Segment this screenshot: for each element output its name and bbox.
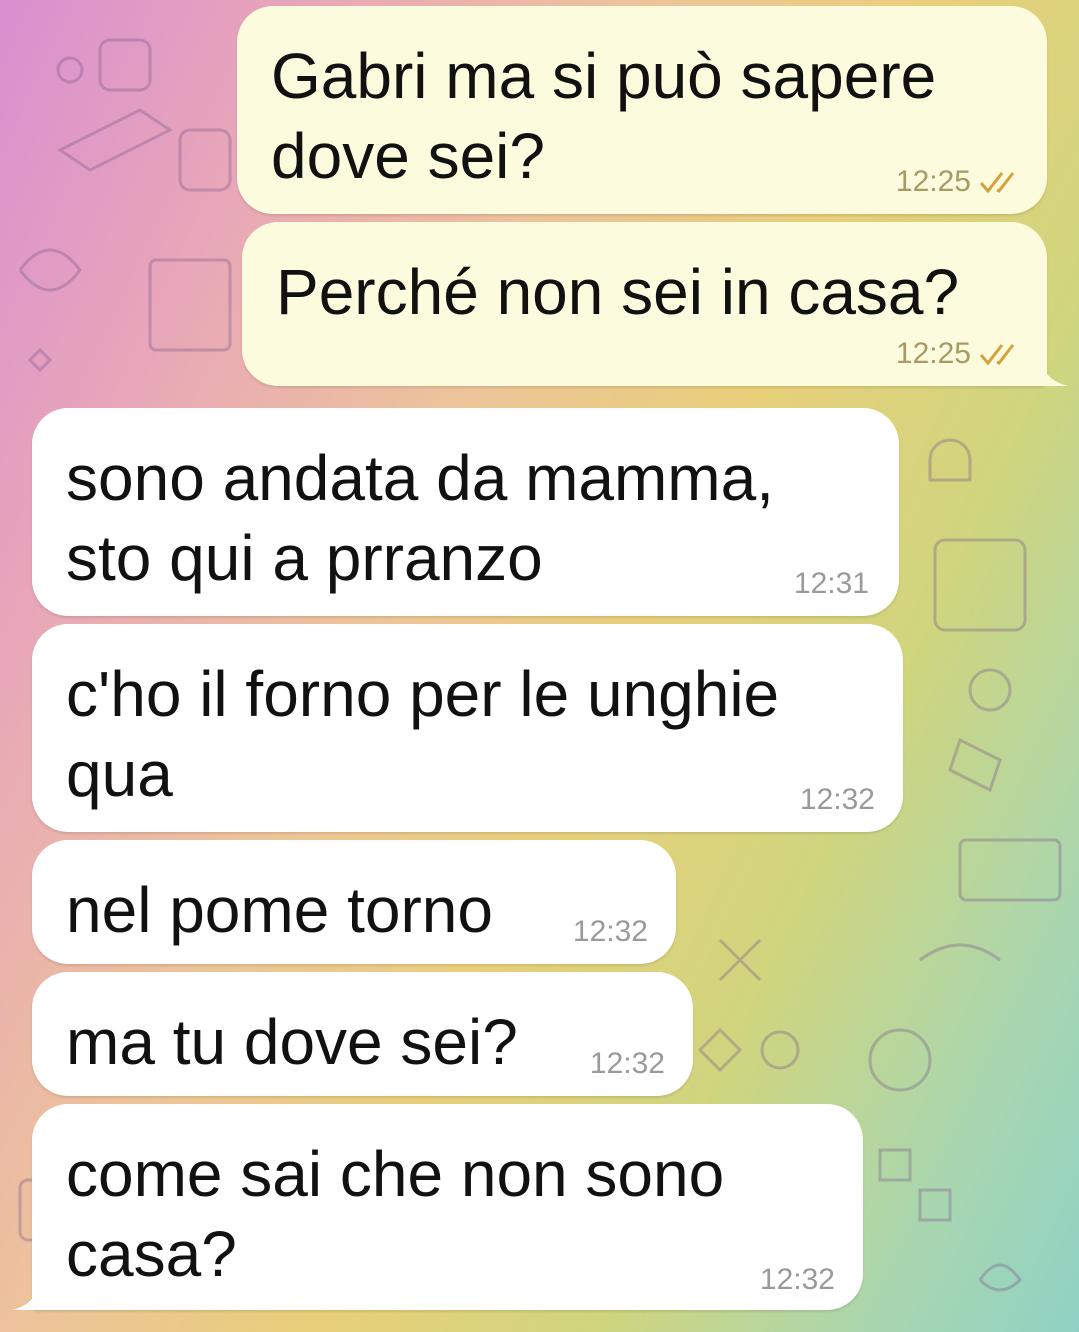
message-meta: 12:25	[896, 336, 1023, 372]
message-time: 12:32	[799, 783, 875, 816]
message-bubble-outgoing[interactable]: Perché non sei in casa? 12:25	[242, 222, 1047, 386]
double-check-icon	[979, 172, 1015, 194]
message-bubble-incoming[interactable]: sono andata da mamma, sto qui a prranzo …	[32, 408, 899, 616]
message-text: sono andata da mamma, sto qui a prranzo	[66, 442, 774, 594]
message-meta: 12:32	[590, 1046, 665, 1082]
message-meta: 12:32	[800, 782, 875, 818]
message-text: nel pome torno	[66, 874, 493, 946]
bubble-tail	[1038, 352, 1068, 386]
message-time: 12:25	[895, 165, 971, 198]
message-bubble-incoming[interactable]: nel pome torno 12:32	[32, 840, 676, 964]
message-bubble-incoming[interactable]: come sai che non sono casa? 12:32	[32, 1104, 863, 1310]
message-time: 12:32	[572, 915, 648, 948]
message-text: Perché non sei in casa?	[276, 256, 960, 328]
message-meta: 12:32	[760, 1262, 835, 1298]
message-bubble-incoming[interactable]: ma tu dove sei? 12:32	[32, 972, 693, 1096]
message-time: 12:31	[793, 567, 869, 600]
message-meta: 12:25	[896, 164, 1023, 200]
message-time: 12:25	[895, 337, 971, 370]
message-text: ma tu dove sei?	[66, 1006, 518, 1078]
message-text: Gabri ma si può sapere dove sei?	[271, 40, 937, 192]
message-time: 12:32	[759, 1263, 835, 1296]
bubble-tail	[12, 1276, 42, 1310]
message-meta: 12:32	[573, 914, 648, 950]
message-text: come sai che non sono casa?	[66, 1138, 725, 1290]
message-bubble-incoming[interactable]: c'ho il forno per le unghie qua 12:32	[32, 624, 903, 832]
message-text: c'ho il forno per le unghie qua	[66, 658, 780, 810]
message-bubble-outgoing[interactable]: Gabri ma si può sapere dove sei? 12:25	[237, 6, 1047, 214]
double-check-icon	[979, 344, 1015, 366]
message-meta: 12:31	[794, 566, 869, 602]
message-time: 12:32	[589, 1047, 665, 1080]
